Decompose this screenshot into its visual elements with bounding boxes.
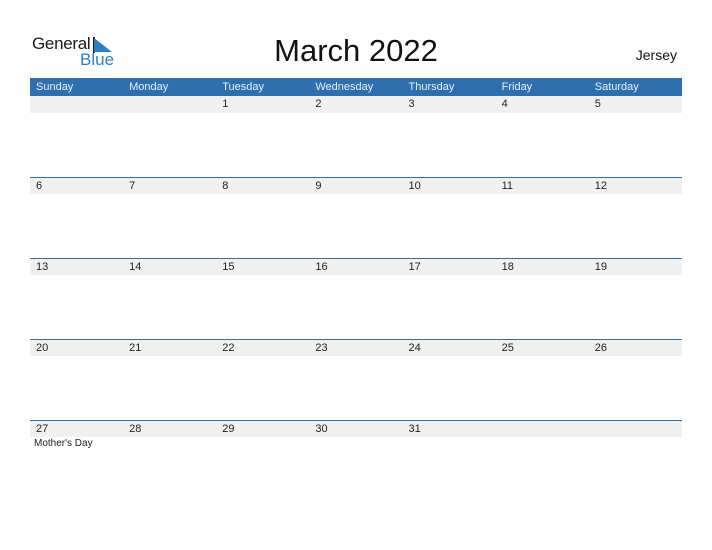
day-number: 27 <box>36 423 49 435</box>
day-number: 12 <box>594 180 607 192</box>
holiday-label <box>496 113 589 114</box>
holiday-label <box>496 194 589 195</box>
day-number: 23 <box>315 342 328 354</box>
day-number: 16 <box>315 261 328 273</box>
day-number: 9 <box>315 180 322 192</box>
weekday-tuesday: Tuesday <box>222 81 265 93</box>
holiday-label <box>216 275 309 276</box>
holiday-label <box>309 275 402 276</box>
day-number: 11 <box>501 180 514 192</box>
week-row: 20 21 22 23 24 25 26 <box>30 339 682 420</box>
week-row: 13 14 15 16 17 18 19 <box>30 258 682 339</box>
weekday-thursday: Thursday <box>408 81 455 93</box>
holiday-label <box>589 437 682 449</box>
day-number: 17 <box>408 261 421 273</box>
day-number: 3 <box>408 98 415 110</box>
holiday-label <box>216 194 309 195</box>
day-number: 24 <box>408 342 421 354</box>
day-number: 8 <box>222 180 229 192</box>
holiday-label <box>30 194 123 195</box>
weekday-monday: Monday <box>129 81 169 93</box>
day-number: 30 <box>315 423 328 435</box>
events-row: Mother's Day <box>30 437 682 449</box>
events-row <box>30 275 682 276</box>
calendar-grid: Sunday Monday Tuesday Wednesday Thursday… <box>30 78 682 501</box>
holiday-label <box>496 275 589 276</box>
day-number: 22 <box>222 342 235 354</box>
holiday-label <box>403 194 496 195</box>
holiday-label <box>589 194 682 195</box>
holiday-label <box>216 437 309 449</box>
calendar-title: March 2022 <box>274 33 438 68</box>
day-number: 28 <box>129 423 142 435</box>
day-number: 14 <box>129 261 142 273</box>
holiday-label <box>496 437 589 449</box>
holiday-label <box>216 356 309 357</box>
day-number: 21 <box>129 342 142 354</box>
holiday-label <box>309 113 402 114</box>
holiday-label <box>123 275 216 276</box>
day-number: 4 <box>501 98 508 110</box>
day-number: 7 <box>129 180 136 192</box>
day-number: 2 <box>315 98 322 110</box>
holiday-label <box>123 437 216 449</box>
holiday-label <box>403 275 496 276</box>
holiday-label <box>403 437 496 449</box>
events-row <box>30 194 682 195</box>
week-row: 6 7 8 9 10 11 12 <box>30 177 682 258</box>
holiday-label <box>403 113 496 114</box>
country-label: Jersey <box>635 47 677 63</box>
day-number: 5 <box>594 98 601 110</box>
date-number-row: 20 21 22 23 24 25 26 <box>30 340 682 356</box>
day-number: 18 <box>501 261 514 273</box>
events-row <box>30 356 682 357</box>
day-number <box>496 421 589 437</box>
weekday-friday: Friday <box>501 81 533 93</box>
weekday-saturday: Saturday <box>594 81 639 93</box>
weekday-sunday: Sunday <box>36 81 74 93</box>
day-number: 25 <box>501 342 514 354</box>
week-row: 27 28 29 30 31 Mother's Day <box>30 420 682 501</box>
day-number: 26 <box>594 342 607 354</box>
day-number: 19 <box>594 261 607 273</box>
date-number-row: 1 2 3 4 5 <box>30 96 682 113</box>
day-number <box>30 96 123 113</box>
holiday-label <box>589 113 682 114</box>
holiday-label <box>123 194 216 195</box>
week-row: 1 2 3 4 5 <box>30 96 682 177</box>
date-number-row: 6 7 8 9 10 11 12 <box>30 178 682 194</box>
weekday-wednesday: Wednesday <box>315 81 374 93</box>
day-number: 6 <box>36 180 43 192</box>
holiday-label <box>309 356 402 357</box>
holiday-label <box>123 356 216 357</box>
date-number-row: 27 28 29 30 31 <box>30 421 682 437</box>
holiday-label <box>30 275 123 276</box>
day-number: 29 <box>222 423 235 435</box>
day-number: 13 <box>36 261 49 273</box>
holiday-label <box>30 356 123 357</box>
holiday-label: Mother's Day <box>34 438 93 449</box>
holiday-label <box>216 113 309 114</box>
day-number: 10 <box>408 180 421 192</box>
date-number-row: 13 14 15 16 17 18 19 <box>30 259 682 275</box>
weekday-header: Sunday Monday Tuesday Wednesday Thursday… <box>30 78 682 96</box>
holiday-label <box>403 356 496 357</box>
day-number: 20 <box>36 342 49 354</box>
day-number: 1 <box>222 98 229 110</box>
day-number: 31 <box>408 423 421 435</box>
day-number <box>123 96 216 113</box>
holiday-label <box>589 275 682 276</box>
holiday-label <box>30 113 123 114</box>
holiday-label <box>309 194 402 195</box>
holiday-label <box>496 356 589 357</box>
events-row <box>30 113 682 114</box>
holiday-label <box>123 113 216 114</box>
holiday-label <box>309 437 402 449</box>
day-number <box>589 421 682 437</box>
day-number: 15 <box>222 261 235 273</box>
holiday-label <box>589 356 682 357</box>
